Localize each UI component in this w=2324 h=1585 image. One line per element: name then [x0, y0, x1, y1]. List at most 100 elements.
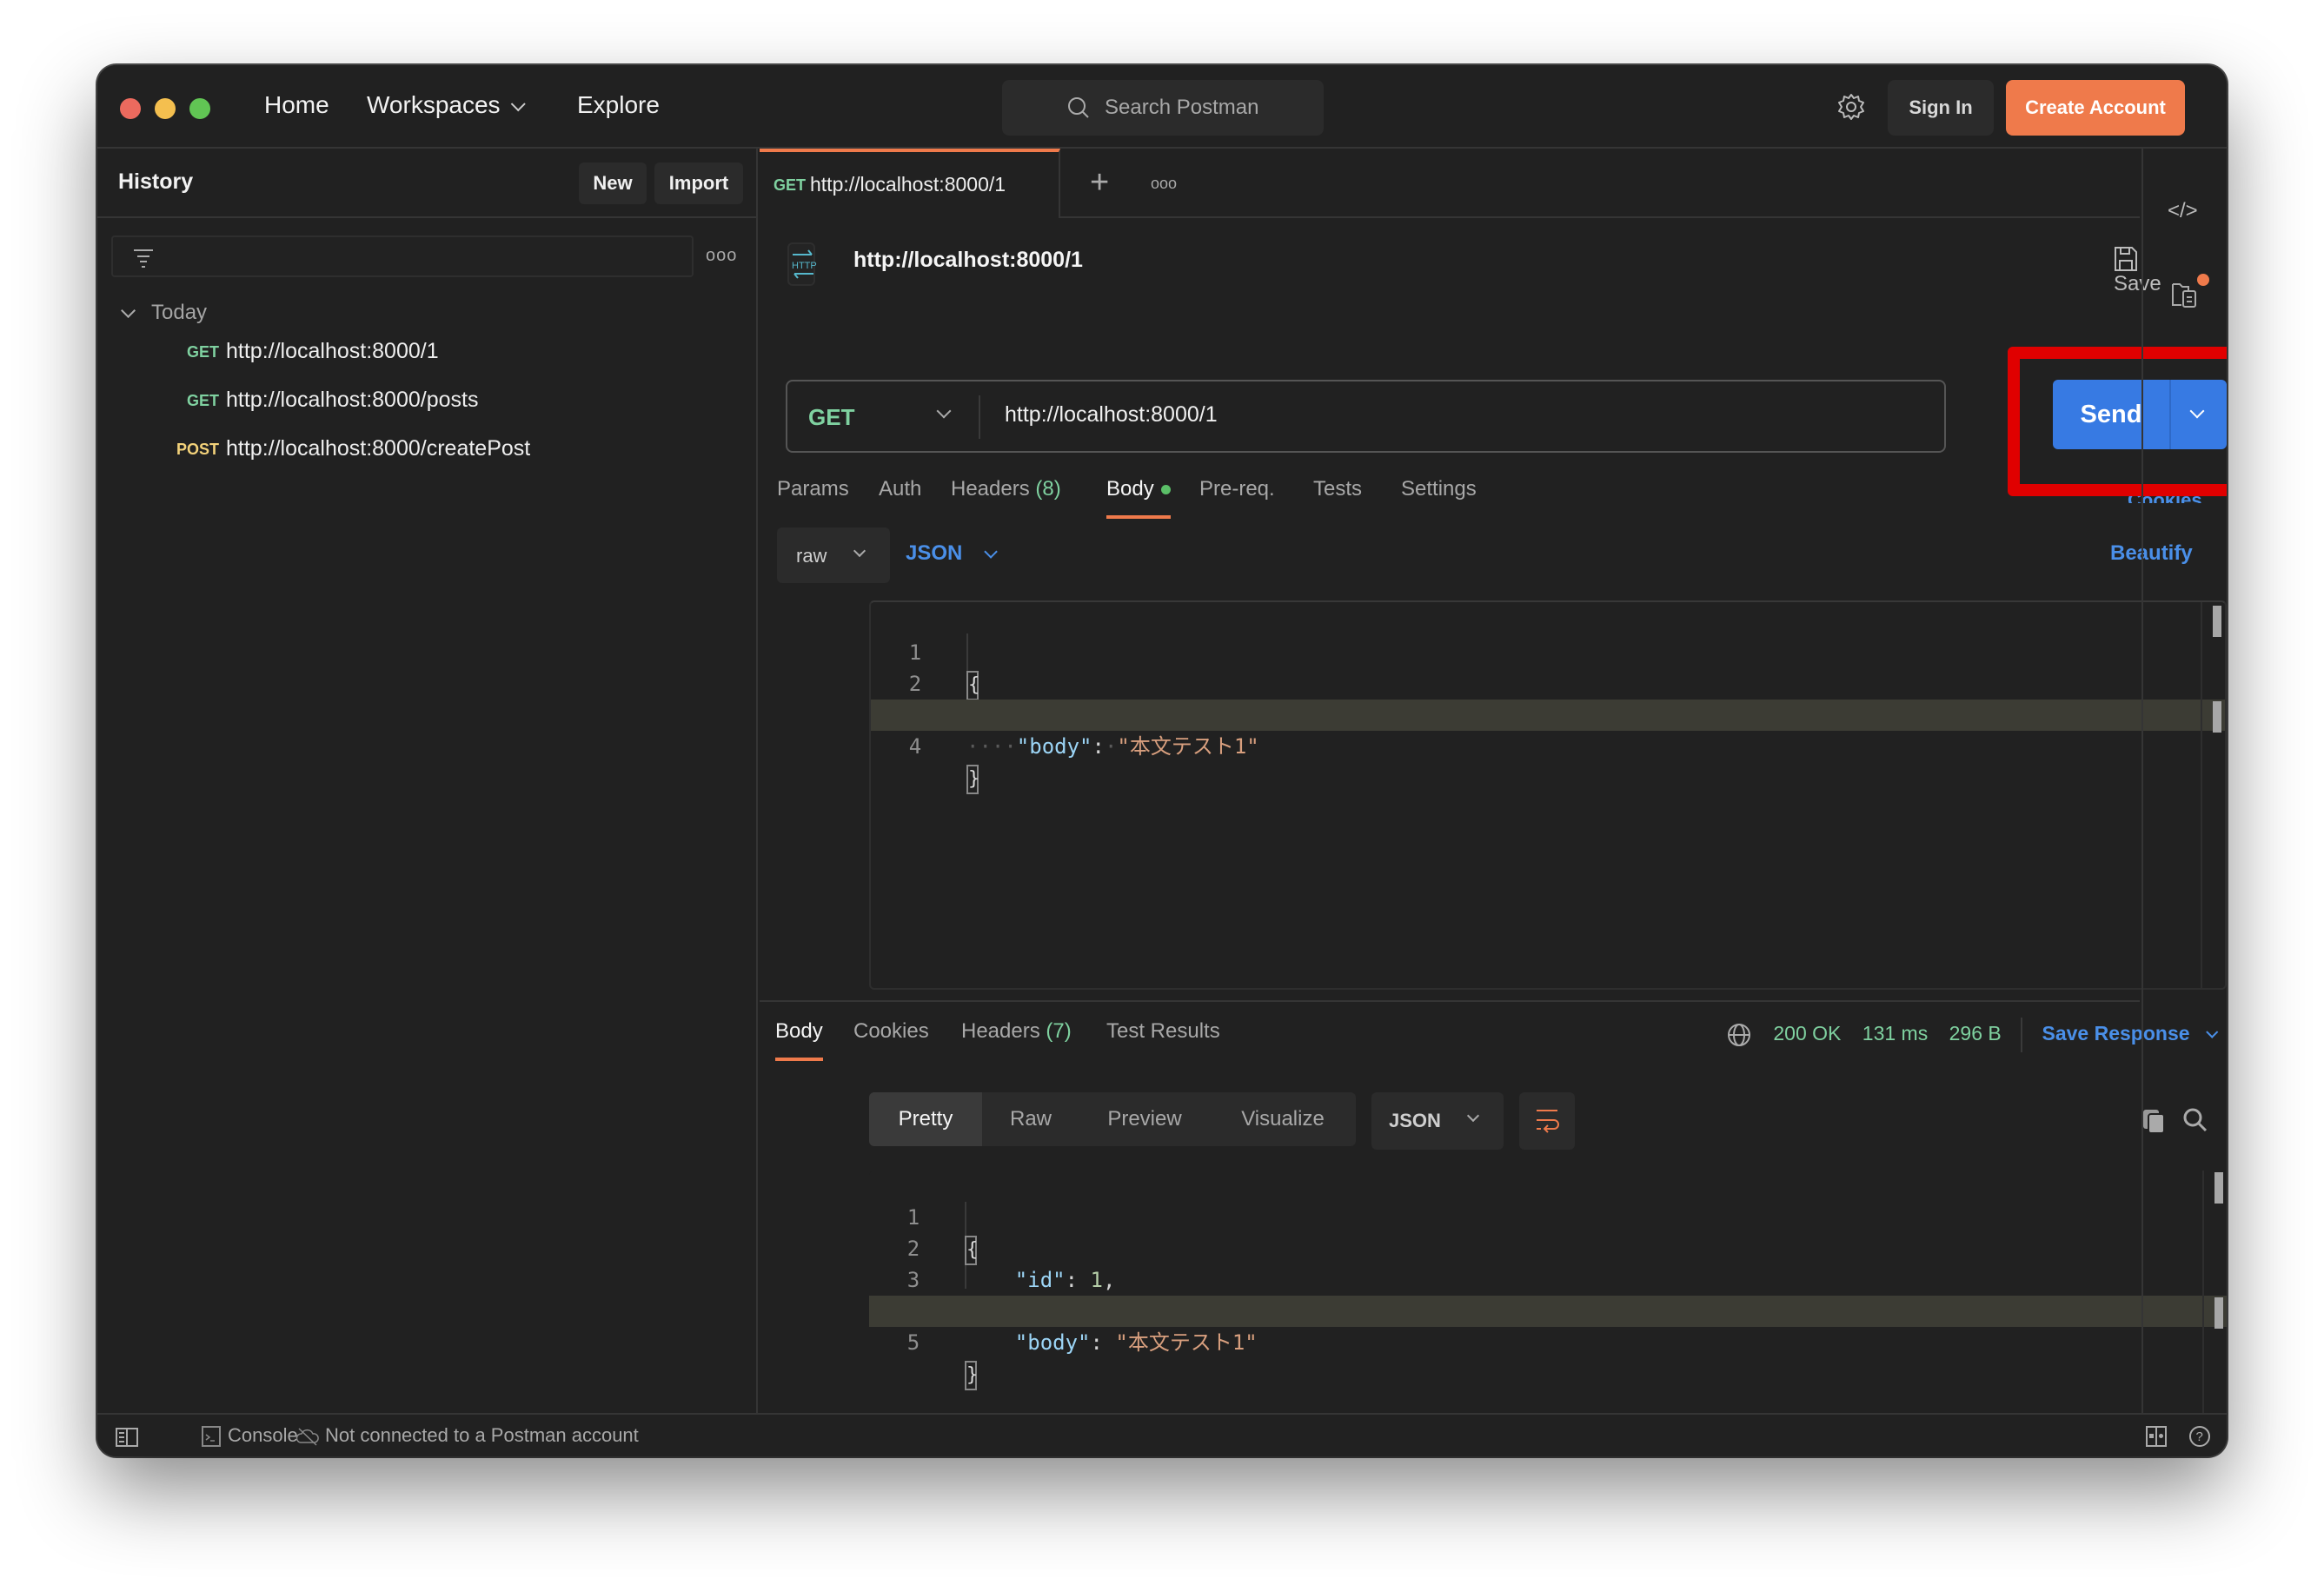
url-input[interactable]: http://localhost:8000/1: [1005, 402, 1218, 428]
maximize-window-button[interactable]: [189, 98, 210, 119]
new-button[interactable]: New: [579, 162, 647, 204]
connection-label: Not connected to a Postman account: [325, 1424, 639, 1446]
chevron-down-icon[interactable]: [936, 403, 952, 419]
response-size[interactable]: 296 B: [1949, 1022, 2002, 1045]
method-badge: POST: [176, 441, 219, 458]
two-pane-view-icon[interactable]: [2145, 1425, 2168, 1448]
console-button[interactable]: Console: [202, 1424, 298, 1448]
method-select[interactable]: GET: [808, 404, 854, 431]
history-item[interactable]: GET http://localhost:8000/posts: [97, 376, 758, 425]
code-line-active: 5 }: [869, 1296, 2227, 1390]
json-key: "body": [1016, 734, 1092, 759]
cloud-offline-icon: [295, 1428, 319, 1446]
http-icon: HTTP: [787, 242, 817, 286]
title-bar: Home Workspaces Explore Search Postman S…: [97, 65, 2227, 149]
body-format-select[interactable]: JSON: [906, 541, 999, 566]
help-icon[interactable]: ?: [2188, 1425, 2211, 1448]
settings-gear-icon[interactable]: [1836, 91, 1867, 123]
sidebar-title: History: [118, 169, 194, 194]
globe-icon[interactable]: [1726, 1022, 1752, 1048]
view-mode-visualize[interactable]: Visualize: [1210, 1092, 1356, 1146]
request-title[interactable]: http://localhost:8000/1: [853, 248, 1083, 273]
tab-more-options-icon[interactable]: ooo: [1151, 175, 1177, 193]
view-mode-pretty[interactable]: Pretty: [869, 1092, 982, 1146]
request-workspace: GET http://localhost:8000/1 + ooo HTTP h…: [760, 149, 2227, 1456]
notification-badge: [2197, 274, 2209, 286]
brace-match: }: [965, 1361, 978, 1390]
connection-status[interactable]: Not connected to a Postman account: [295, 1424, 639, 1447]
toggle-sidebar-icon[interactable]: [115, 1427, 139, 1448]
response-format-select[interactable]: JSON: [1371, 1092, 1504, 1150]
response-tab-body[interactable]: Body: [775, 1019, 823, 1061]
history-item[interactable]: GET http://localhost:8000/1: [97, 328, 758, 376]
console-label: Console: [228, 1424, 298, 1446]
svg-text:HTTP: HTTP: [792, 261, 817, 271]
code-line: 1 {: [869, 1171, 2201, 1265]
view-mode-raw[interactable]: Raw: [982, 1092, 1079, 1146]
chevron-down-icon: [984, 545, 999, 559]
tab-settings[interactable]: Settings: [1401, 477, 1477, 501]
documentation-icon[interactable]: [2171, 279, 2199, 308]
view-mode-preview[interactable]: Preview: [1079, 1092, 1210, 1146]
divider: [2021, 1018, 2023, 1052]
tab-tests[interactable]: Tests: [1313, 477, 1362, 501]
minimize-window-button[interactable]: [155, 98, 176, 119]
response-tab-headers[interactable]: Headers (7): [961, 1019, 1072, 1044]
tab-body[interactable]: Body: [1106, 477, 1171, 519]
url-field-container: GET http://localhost:8000/1: [786, 380, 1946, 453]
history-item[interactable]: POST http://localhost:8000/createPost: [97, 425, 758, 474]
more-options-icon[interactable]: ooo: [706, 246, 737, 266]
new-tab-plus-icon[interactable]: +: [1090, 164, 1109, 202]
search-input[interactable]: Search Postman: [1002, 80, 1324, 136]
tab-headers[interactable]: Headers (8): [951, 477, 1061, 501]
code-line: 3 ····"body":·"本文テスト1": [871, 668, 2199, 759]
sign-in-button[interactable]: Sign In: [1888, 80, 1994, 136]
search-icon: [1068, 97, 1089, 118]
tab-url: http://localhost:8000/1: [810, 173, 1006, 196]
response-tab-cookies[interactable]: Cookies: [853, 1019, 929, 1044]
code-content: "body": "本文テスト1": [1014, 1330, 1258, 1355]
response-tab-test-results[interactable]: Test Results: [1106, 1019, 1220, 1044]
request-tabs-bar: GET http://localhost:8000/1 + ooo: [760, 149, 2140, 218]
history-url: http://localhost:8000/1: [226, 339, 439, 363]
brace-match: }: [966, 765, 979, 794]
history-group-today[interactable]: Today: [120, 301, 207, 325]
postman-window: Home Workspaces Explore Search Postman S…: [97, 65, 2227, 1456]
tab-auth[interactable]: Auth: [879, 477, 921, 501]
create-account-button[interactable]: Create Account: [2006, 80, 2185, 136]
method-badge: GET: [186, 392, 219, 409]
headers-count: (8): [1035, 477, 1061, 501]
chevron-down-icon: [121, 302, 136, 318]
chevron-down-icon: [510, 96, 526, 112]
code-line: 2 "id": 1,: [869, 1202, 2201, 1292]
save-disk-icon: [2115, 247, 2137, 271]
close-window-button[interactable]: [120, 98, 141, 119]
response-divider[interactable]: [760, 1000, 2140, 1002]
body-mode-value: raw: [796, 545, 827, 567]
tab-prereq[interactable]: Pre-req.: [1199, 477, 1275, 501]
method-badge: GET: [186, 343, 219, 361]
code-line-active: 4 }: [871, 700, 2225, 794]
sidebar-header: History New Import: [97, 149, 756, 218]
code-line: 4 "body": "本文テスト1": [869, 1264, 2201, 1355]
import-button[interactable]: Import: [654, 162, 743, 204]
status-bar: Console Not connected to a Postman accou…: [97, 1413, 2227, 1456]
wrap-lines-button[interactable]: [1519, 1092, 1575, 1150]
tab-params[interactable]: Params: [777, 477, 849, 501]
status-code[interactable]: 200 OK: [1773, 1022, 1841, 1045]
json-string: "本文テスト1": [1117, 734, 1259, 759]
right-context-bar: </>: [2141, 149, 2227, 1413]
tab-body-label: Body: [1106, 477, 1154, 501]
history-filter-input[interactable]: [111, 235, 694, 277]
history-url: http://localhost:8000/createPost: [226, 436, 531, 461]
code-snippet-icon[interactable]: </>: [2168, 199, 2198, 223]
request-body-editor[interactable]: 1 { 2 ····"title":·"テスト投稿1", 3 ····"body…: [869, 600, 2227, 990]
divider: [979, 395, 980, 439]
nav-workspaces[interactable]: Workspaces: [367, 91, 526, 119]
request-tab[interactable]: GET http://localhost:8000/1: [760, 149, 1060, 218]
response-time[interactable]: 131 ms: [1863, 1022, 1928, 1045]
nav-explore[interactable]: Explore: [577, 91, 660, 119]
nav-home[interactable]: Home: [264, 91, 329, 119]
code-line: 2 ····"title":·"テスト投稿1",: [871, 637, 2199, 727]
body-mode-select[interactable]: raw: [777, 527, 890, 583]
